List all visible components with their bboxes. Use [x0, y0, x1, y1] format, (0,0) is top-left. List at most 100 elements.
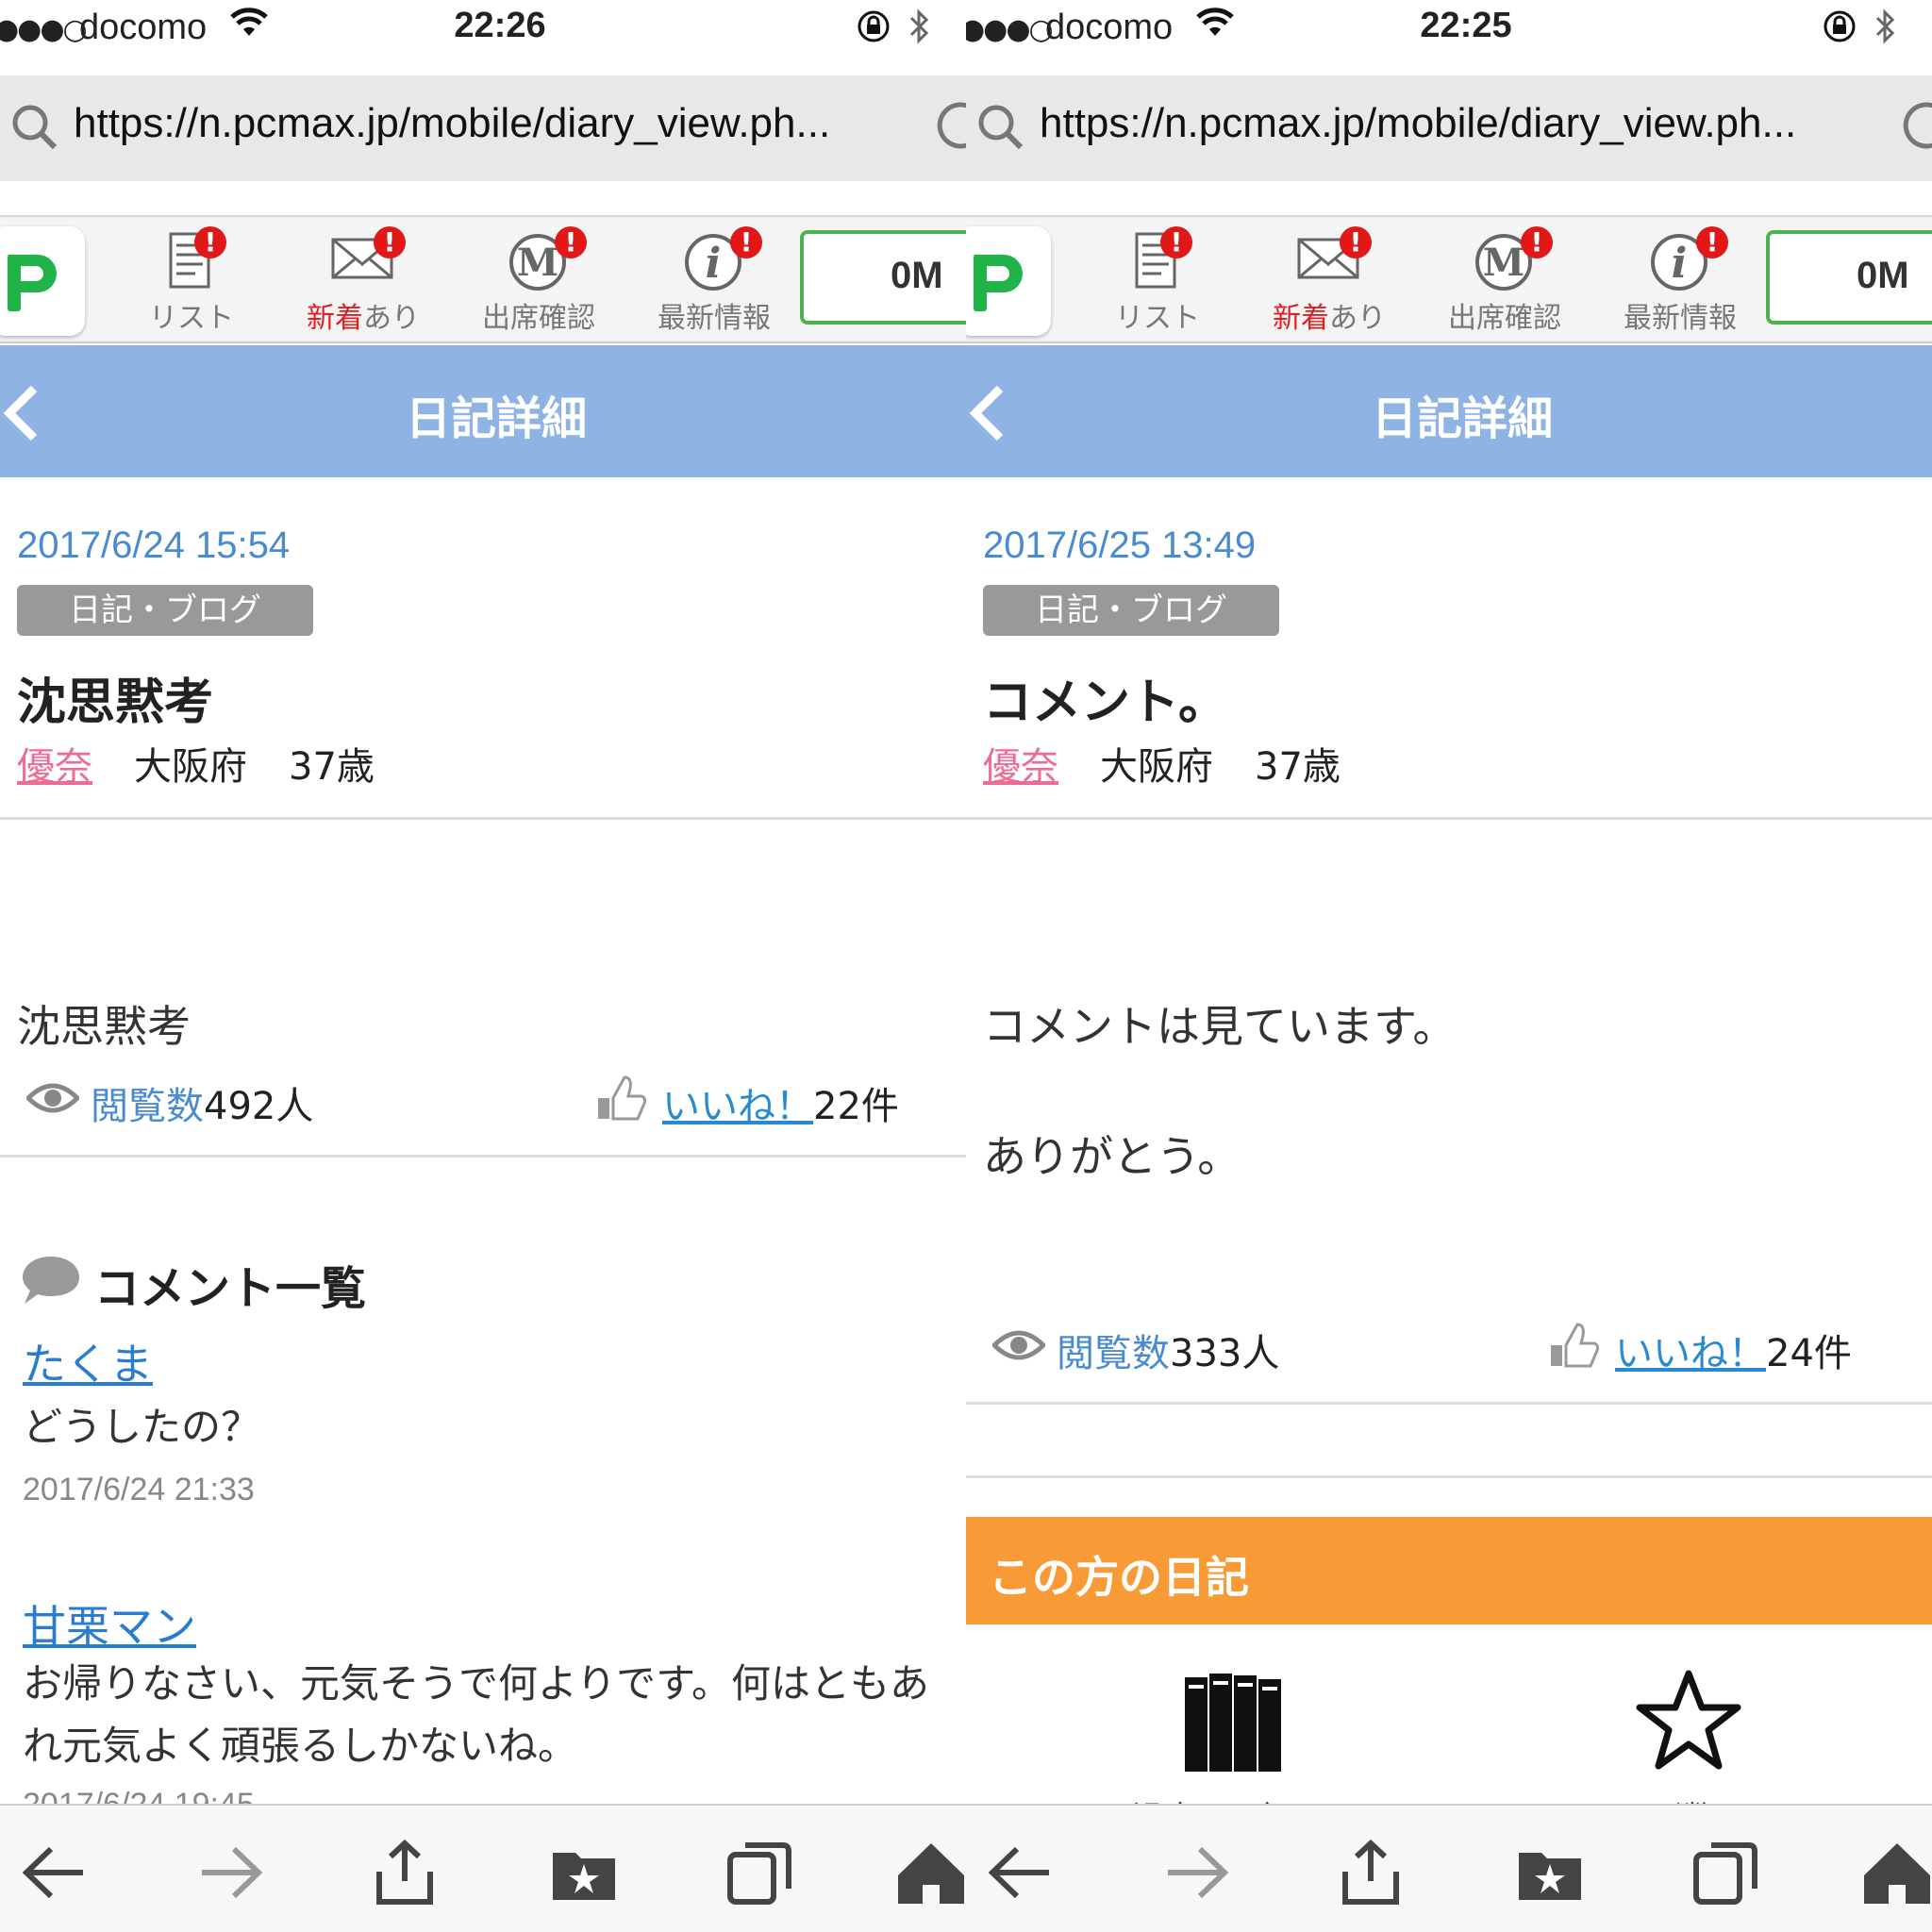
new-label-suffix: あり	[1329, 302, 1386, 335]
new-label: 新着	[307, 302, 363, 335]
attendance-button[interactable]: M ! 出席確認	[468, 226, 609, 336]
tabs-icon[interactable]	[724, 1840, 794, 1906]
thumbs-up-icon[interactable]	[596, 1072, 649, 1124]
list-label: リスト	[149, 302, 234, 335]
diary-body: コメントは見ています。 ありがとう。	[983, 1001, 1457, 1182]
right-screenshot: ●●●○ docomo 22:25 https://n.pcmax.jp/mob…	[966, 0, 1932, 1932]
list-button[interactable]: ! リスト	[121, 226, 262, 336]
post-date: 2017/6/24 15:54	[17, 525, 291, 566]
books-icon[interactable]	[1181, 1668, 1285, 1777]
author-link[interactable]: 優奈	[983, 745, 1058, 789]
views-label: 閲覧数	[1057, 1332, 1170, 1375]
comments-heading-text: コメント一覧	[94, 1262, 367, 1315]
views-label: 閲覧数	[91, 1085, 204, 1128]
views-count: 492人	[204, 1085, 314, 1128]
mail-icon: !	[1258, 226, 1400, 294]
eye-icon	[992, 1330, 1045, 1360]
category-badge: 日記・ブログ	[983, 585, 1279, 636]
forward-arrow-icon[interactable]	[196, 1840, 266, 1906]
points-box[interactable]: 0M	[800, 230, 966, 325]
author-age: 37歳	[289, 745, 375, 789]
back-arrow-icon[interactable]	[985, 1840, 1055, 1906]
pcmax-logo[interactable]	[0, 226, 85, 336]
divider	[966, 817, 1932, 820]
post-date: 2017/6/25 13:49	[983, 525, 1257, 566]
page-title: 日記詳細	[1371, 392, 1553, 445]
list-button[interactable]: ! リスト	[1087, 226, 1228, 336]
author-age: 37歳	[1255, 745, 1341, 789]
like-link[interactable]: いいね！	[1615, 1332, 1766, 1375]
divider	[0, 1155, 966, 1158]
alert-badge: !	[730, 226, 762, 258]
latest-info-label: 最新情報	[1624, 302, 1737, 335]
m-circle-icon: M !	[1434, 226, 1575, 294]
commenter-link[interactable]: たくま	[23, 1330, 153, 1392]
diary-title: 沈思黙考	[17, 675, 214, 731]
views-count: 333人	[1170, 1332, 1280, 1375]
forward-arrow-icon[interactable]	[1162, 1840, 1232, 1906]
like-link[interactable]: いいね！	[662, 1085, 813, 1128]
attendance-button[interactable]: M ! 出席確認	[1434, 226, 1575, 336]
home-icon[interactable]	[1862, 1840, 1932, 1906]
mail-icon: !	[292, 226, 434, 294]
new-mail-button[interactable]: ! 新着あり	[1258, 226, 1400, 336]
url-text[interactable]: https://n.pcmax.jp/mobile/diary_view.ph.…	[1040, 100, 1870, 147]
pcmax-logo[interactable]	[966, 226, 1051, 336]
comment-date: 2017/6/24 21:33	[23, 1472, 255, 1507]
author-link[interactable]: 優奈	[17, 745, 92, 789]
divider	[966, 1402, 1932, 1405]
alert-badge: !	[1521, 226, 1553, 258]
diary-section-title: この方の日記	[989, 1552, 1249, 1603]
stats-row: 閲覧数492人 いいね！22件	[0, 1072, 966, 1128]
alert-badge: !	[1160, 226, 1192, 258]
page-header: 日記詳細	[966, 345, 1932, 477]
share-icon[interactable]	[1336, 1840, 1406, 1906]
author-prefecture: 大阪府	[1100, 745, 1213, 789]
star-icon[interactable]	[1634, 1668, 1743, 1772]
alert-badge: !	[1340, 226, 1372, 258]
info-icon: i !	[643, 226, 785, 294]
alert-badge: !	[555, 226, 587, 258]
likes-count: 22件	[813, 1085, 899, 1128]
page-title: 日記詳細	[405, 392, 587, 445]
status-bar: ●●●○ docomo 22:26	[0, 0, 966, 57]
svg-text:M: M	[1483, 241, 1524, 285]
share-icon[interactable]	[370, 1840, 440, 1906]
reload-icon[interactable]	[1902, 96, 1932, 153]
url-text[interactable]: https://n.pcmax.jp/mobile/diary_view.ph.…	[74, 100, 904, 147]
clock: 22:25	[1420, 6, 1512, 45]
search-icon	[12, 105, 58, 150]
category-badge: 日記・ブログ	[17, 585, 313, 636]
safari-bottom-toolbar	[966, 1804, 1932, 1932]
reload-icon[interactable]	[936, 96, 966, 153]
thumbs-up-icon[interactable]	[1549, 1319, 1602, 1372]
author-meta: 優奈 大阪府 37歳	[17, 736, 375, 791]
latest-info-button[interactable]: i ! 最新情報	[1609, 226, 1751, 336]
back-arrow-icon[interactable]	[19, 1840, 89, 1906]
comment-text: お帰りなさい、元気そうで何よりです。何はともあれ元気よく頑張るしかないね。	[23, 1660, 929, 1769]
alert-badge: !	[194, 226, 226, 258]
address-bar[interactable]: https://n.pcmax.jp/mobile/diary_view.ph.…	[0, 75, 966, 181]
new-mail-button[interactable]: ! 新着あり	[292, 226, 434, 336]
address-bar[interactable]: https://n.pcmax.jp/mobile/diary_view.ph.…	[966, 75, 1932, 181]
bookmarks-icon[interactable]	[1515, 1840, 1585, 1906]
diary-body: 沈思黙考	[17, 1001, 191, 1052]
alert-badge: !	[374, 226, 406, 258]
new-label-suffix: あり	[363, 302, 420, 335]
bookmarks-icon[interactable]	[549, 1840, 619, 1906]
diary-title: コメント。	[983, 675, 1227, 731]
app-toolbar: ! リスト ! 新着あり M ! 出席確認 i ! 最新情報 0M	[0, 215, 966, 343]
author-prefecture: 大阪府	[134, 745, 247, 789]
info-icon: i !	[1609, 226, 1751, 294]
points-box[interactable]: 0M	[1766, 230, 1932, 325]
stats-row: 閲覧数333人 いいね！24件	[966, 1319, 1932, 1375]
latest-info-button[interactable]: i ! 最新情報	[643, 226, 785, 336]
points-value: 0M	[891, 255, 943, 296]
m-circle-icon: M !	[468, 226, 609, 294]
status-bar: ●●●○ docomo 22:25	[966, 0, 1932, 57]
tabs-icon[interactable]	[1690, 1840, 1760, 1906]
search-icon	[978, 105, 1024, 150]
clock: 22:26	[454, 6, 546, 45]
home-icon[interactable]	[896, 1840, 966, 1906]
commenter-link[interactable]: 甘栗マン	[23, 1592, 196, 1655]
